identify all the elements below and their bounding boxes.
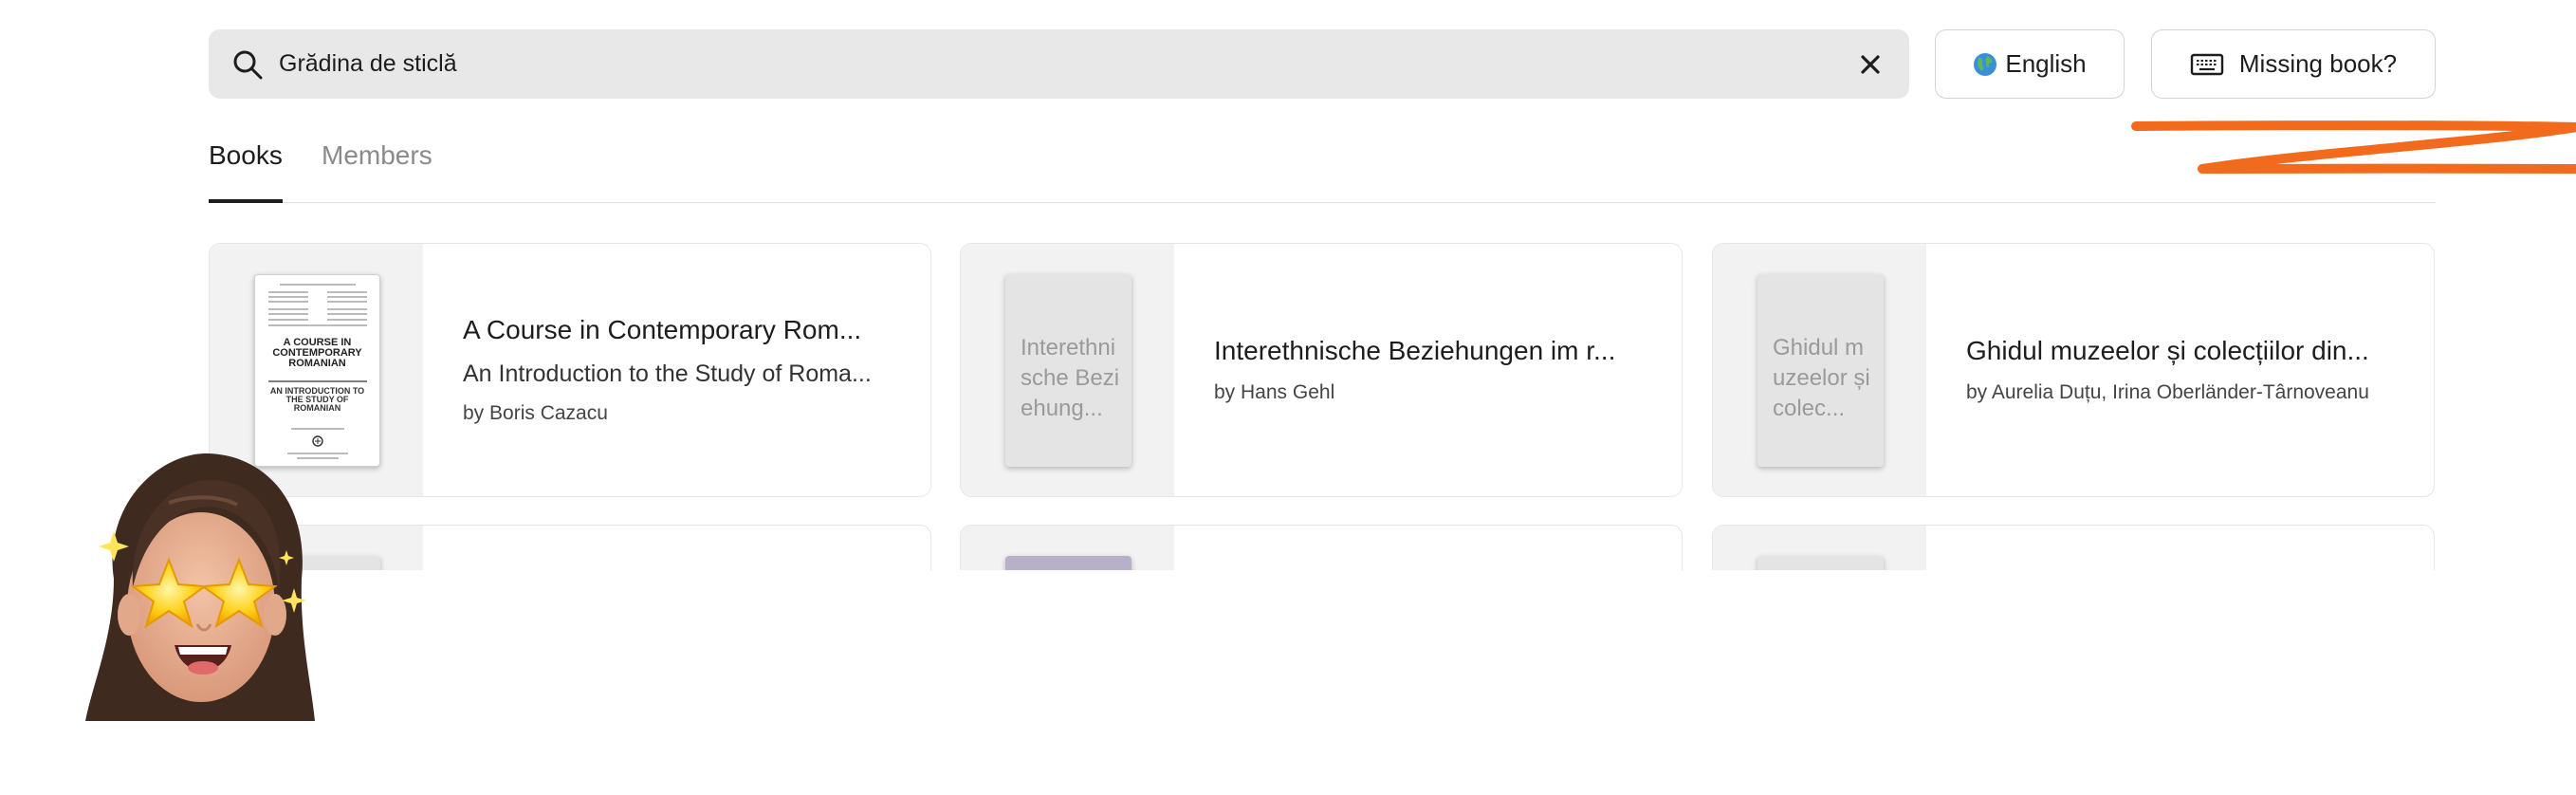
search-bar[interactable]: Grădina de sticlă	[209, 29, 1909, 99]
book-info: Interethnische Beziehungen im r... by Ha…	[1214, 244, 1663, 496]
book-grid: A Course in Contemporary Romanian An Int…	[0, 241, 2576, 570]
cover-area	[961, 526, 1174, 570]
cover-subtitle: An Introduction to the Study of Romanian	[269, 386, 365, 413]
cover-print-lines	[268, 284, 367, 459]
keyboard-icon	[2190, 53, 2224, 75]
language-label: English	[2005, 49, 2087, 78]
book-card[interactable]: Interethnische Beziehung... Interethnisc…	[960, 243, 1683, 497]
cover-title: A Course in Contemporary Romanian	[272, 337, 362, 369]
book-author: by Boris Cazacu	[463, 402, 608, 424]
cover-area	[1713, 526, 1926, 570]
tab-books[interactable]: Books	[209, 140, 283, 203]
book-author: by Aurelia Duțu, Irina Oberländer-Târnov…	[1966, 381, 2369, 403]
close-icon[interactable]	[1858, 52, 1883, 77]
book-info: A Course in Contemporary Rom... An Intro…	[463, 244, 911, 496]
book-title: A Course in Contemporary Rom...	[463, 315, 862, 344]
book-subtitle: An Introduction to the Study of Roma...	[463, 361, 872, 387]
book-card[interactable]	[1712, 525, 2435, 570]
book-card[interactable]	[960, 525, 1683, 570]
book-title: Ghidul muzeelor și colecțiilor din...	[1966, 336, 2369, 365]
missing-book-button[interactable]: Missing book?	[2151, 29, 2436, 99]
cover-area: Interethnische Beziehung...	[961, 244, 1174, 496]
book-author: by Hans Gehl	[1214, 381, 1335, 403]
book-info: Ghidul muzeelor și colecțiilor din... by…	[1966, 244, 2415, 496]
book-title: Interethnische Beziehungen im r...	[1214, 336, 1616, 365]
missing-book-label: Missing book?	[2238, 49, 2398, 78]
globe-icon	[1974, 52, 1997, 76]
book-cover	[1005, 556, 1132, 570]
book-cover-placeholder: Ghidul muzeelor și colec...	[1757, 274, 1884, 467]
cover-area: Ghidul muzeelor și colec...	[1713, 244, 1926, 496]
book-cover-placeholder	[1757, 556, 1884, 570]
book-card[interactable]: Ghidul muzeelor și colec... Ghidul muzee…	[1712, 243, 2435, 497]
language-button[interactable]: English	[1935, 29, 2125, 99]
page: Grădina de sticlă English Missing book? …	[0, 0, 2576, 795]
tab-members[interactable]: Members	[322, 140, 432, 203]
tab-bar: Books Members	[209, 133, 2436, 203]
book-cover: A Course in Contemporary Romanian An Int…	[254, 274, 380, 467]
search-input[interactable]: Grădina de sticlă	[279, 29, 457, 99]
search-icon	[233, 50, 263, 80]
memoji-avatar	[85, 453, 315, 721]
book-cover-placeholder: Interethnische Beziehung...	[1005, 274, 1132, 467]
